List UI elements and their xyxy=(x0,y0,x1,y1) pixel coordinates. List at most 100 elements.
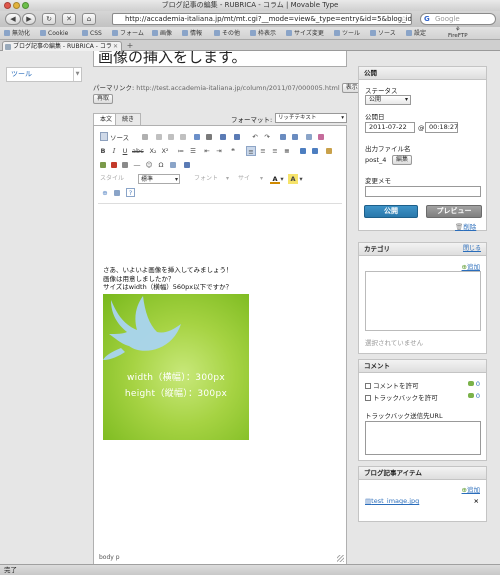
preview-button[interactable]: プレビュー xyxy=(426,205,482,218)
find-icon[interactable] xyxy=(278,132,288,142)
resize-grip-icon[interactable] xyxy=(337,555,344,562)
webdev-outline[interactable]: 枠表示 xyxy=(250,29,276,38)
publish-button[interactable]: 公開 xyxy=(364,205,418,218)
webdev-forms[interactable]: フォーム xyxy=(112,29,144,38)
forward-button[interactable]: ▶ xyxy=(22,13,36,25)
status-select[interactable]: 公開 xyxy=(365,95,411,105)
bulleted-list-icon[interactable]: ☰ xyxy=(188,146,198,156)
spellcheck-icon[interactable] xyxy=(218,132,228,142)
anchor-icon[interactable] xyxy=(324,146,334,156)
delete-link[interactable]: 🗑削除 xyxy=(455,221,476,231)
style-select[interactable]: スタイル xyxy=(100,174,130,184)
comment-count[interactable]: 0 xyxy=(468,380,480,388)
undo-icon[interactable]: ↶ xyxy=(250,132,260,142)
copy-icon[interactable] xyxy=(166,132,176,142)
webdev-tools[interactable]: ツール xyxy=(334,29,360,38)
url-input[interactable]: http://accademia-italiana.jp/mt/mt.cgi?_… xyxy=(112,13,412,25)
font-select[interactable]: フォント ▾ xyxy=(194,174,230,184)
entry-title-input[interactable]: 画像の挿入をします。 xyxy=(93,51,347,67)
underline-icon[interactable]: U xyxy=(120,146,130,156)
new-tab-button[interactable]: + xyxy=(126,41,134,50)
subscript-icon[interactable]: X₂ xyxy=(148,146,158,156)
paste-text-icon[interactable] xyxy=(140,132,150,142)
category-list[interactable] xyxy=(365,271,481,331)
inserted-image[interactable]: width（横幅）：300px height（縦幅）：300px xyxy=(103,294,249,440)
change-note-input[interactable] xyxy=(365,186,481,197)
source-button[interactable]: ソース xyxy=(100,132,129,142)
asset-add-link[interactable]: ⊕追加 xyxy=(462,484,480,494)
webdev-css[interactable]: CSS xyxy=(82,29,102,38)
flash-icon[interactable] xyxy=(109,160,119,170)
category-close-link[interactable]: 閉じる xyxy=(463,243,481,255)
remove-format-icon[interactable] xyxy=(316,132,326,142)
category-add-link[interactable]: ⊕追加 xyxy=(462,261,480,271)
webdev-cookie[interactable]: Cookie xyxy=(40,29,68,38)
minimize-window-button[interactable] xyxy=(13,2,20,9)
horizontal-rule-icon[interactable]: ― xyxy=(132,160,142,170)
align-left-icon[interactable]: ≡ xyxy=(246,146,256,156)
webdev-misc[interactable]: その他 xyxy=(214,29,240,38)
home-button[interactable]: ⌂ xyxy=(82,13,96,25)
sidebar-scroll-arrow-icon[interactable]: ▼ xyxy=(73,68,81,81)
bookmark-star-icon[interactable]: ☆ xyxy=(401,14,407,24)
size-select[interactable]: サイ ▾ xyxy=(238,174,264,184)
maximize-icon[interactable]: ⊕ xyxy=(100,188,110,198)
background-color-icon[interactable]: A xyxy=(288,174,298,184)
iframe-icon[interactable] xyxy=(182,160,192,170)
webdev-resize[interactable]: サイズ変更 xyxy=(286,29,324,38)
format-block-select[interactable]: 標準 ▾ xyxy=(138,174,180,184)
link-icon[interactable] xyxy=(298,146,308,156)
table-icon[interactable] xyxy=(120,160,130,170)
permalink-change-button[interactable]: 再取 xyxy=(93,94,114,104)
allow-comments-checkbox[interactable]: コメントを許可 xyxy=(365,380,419,390)
align-center-icon[interactable]: ≡ xyxy=(258,146,268,156)
bold-icon[interactable]: B xyxy=(98,146,108,156)
publish-date-input[interactable]: 2011-07-22 xyxy=(365,122,415,133)
format-select[interactable]: リッチテキスト ▾ xyxy=(275,113,347,123)
print-icon[interactable] xyxy=(204,132,214,142)
italic-icon[interactable]: I xyxy=(109,146,119,156)
page-break-icon[interactable] xyxy=(168,160,178,170)
trackback-count[interactable]: 0 xyxy=(468,392,480,400)
special-char-icon[interactable]: Ω xyxy=(156,160,166,170)
smiley-icon[interactable]: ☺ xyxy=(144,160,154,170)
browser-tab-active[interactable]: ブログ記事の編集 - RUBRICA - コラ ✕ xyxy=(2,41,122,51)
align-justify-icon[interactable]: ≣ xyxy=(282,146,292,156)
strikethrough-icon[interactable]: abc xyxy=(132,146,144,156)
allow-trackbacks-checkbox[interactable]: トラックバックを許可 xyxy=(365,392,438,402)
sidebar-item-tools[interactable]: ツール ▼ xyxy=(6,67,82,82)
tab-close-icon[interactable]: ✕ xyxy=(113,42,118,51)
webdev-disable[interactable]: 無効化 xyxy=(4,29,30,38)
webdev-info[interactable]: 情報 xyxy=(182,29,202,38)
image-icon[interactable] xyxy=(98,160,108,170)
search-input[interactable]: G Google xyxy=(420,13,496,25)
asset-file-link[interactable]: ▤test_image.jpg xyxy=(365,497,419,505)
zoom-window-button[interactable] xyxy=(22,2,29,9)
indent-icon[interactable]: ⇥ xyxy=(214,146,224,156)
webdev-options[interactable]: 設定 xyxy=(406,29,426,38)
stop-button[interactable]: ✕ xyxy=(62,13,76,25)
select-all-icon[interactable] xyxy=(304,132,314,142)
fireftp-button[interactable]: ⚘ FireFTP xyxy=(448,27,468,40)
text-color-dropdown-icon[interactable]: ▾ xyxy=(279,174,285,184)
cut-icon[interactable] xyxy=(154,132,164,142)
tab-extended[interactable]: 続き xyxy=(115,113,142,125)
spellcheck-options-icon[interactable] xyxy=(232,132,242,142)
basename-edit-button[interactable]: 編集 xyxy=(392,155,413,165)
paste-icon[interactable] xyxy=(178,132,188,142)
align-right-icon[interactable]: ≡ xyxy=(270,146,280,156)
outdent-icon[interactable]: ⇤ xyxy=(202,146,212,156)
editor-body-text[interactable]: さあ、いよいよ画像を挿入してみましょう！ 画像は用意しましたか？ サイズはwid… xyxy=(103,266,233,292)
publish-time-input[interactable]: 00:18:27 xyxy=(425,122,458,133)
show-blocks-icon[interactable] xyxy=(112,188,122,198)
help-icon[interactable]: ? xyxy=(126,188,135,197)
superscript-icon[interactable]: X² xyxy=(160,146,170,156)
paste-word-icon[interactable] xyxy=(192,132,202,142)
numbered-list-icon[interactable]: ≔ xyxy=(176,146,186,156)
background-color-dropdown-icon[interactable]: ▾ xyxy=(298,174,304,184)
redo-icon[interactable]: ↷ xyxy=(262,132,272,142)
unlink-icon[interactable] xyxy=(310,146,320,156)
close-window-button[interactable] xyxy=(4,2,11,9)
webdev-source[interactable]: ソース xyxy=(370,29,396,38)
trackback-url-textarea[interactable] xyxy=(365,421,481,455)
